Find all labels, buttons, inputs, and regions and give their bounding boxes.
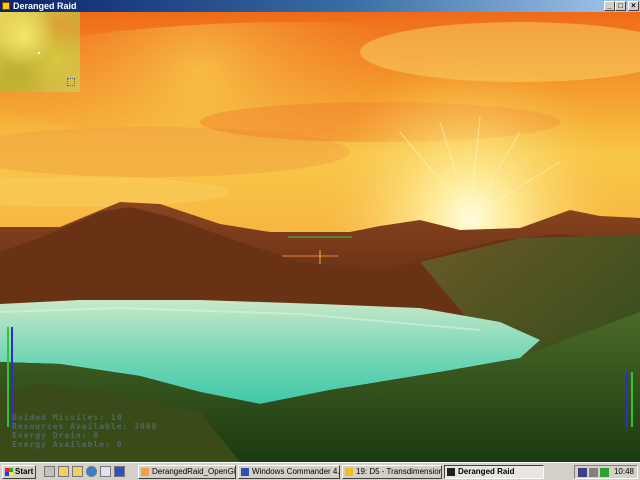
window-title: Deranged Raid — [13, 1, 77, 11]
left-energy-gauge — [7, 327, 9, 427]
task-label: 19: D5 - Transdimensional ... — [356, 467, 441, 476]
task-windows-commander[interactable]: Windows Commander 4.01... — [238, 465, 340, 479]
quicklaunch-folder-icon[interactable] — [58, 466, 69, 477]
minimize-button[interactable]: _ — [604, 1, 615, 11]
window-titlebar[interactable]: Deranged Raid _ □ × — [0, 0, 640, 12]
game-viewport[interactable]: Guided Missiles: 10 Resources Available:… — [0, 12, 640, 462]
quicklaunch-explorer-icon[interactable] — [72, 466, 83, 477]
hud-resources: Resources Available: 3000 — [12, 422, 158, 431]
task-label: Windows Commander 4.01... — [252, 467, 340, 476]
app-icon[interactable] — [2, 2, 10, 10]
task-label: DerangedRaid_OpenGL -... — [152, 467, 236, 476]
left-shield-gauge — [11, 327, 13, 427]
right-energy-gauge — [631, 372, 633, 427]
monitor-icon[interactable] — [578, 468, 587, 477]
volume-icon[interactable] — [589, 468, 598, 477]
winamp-icon — [345, 468, 353, 476]
game-scene — [0, 12, 640, 462]
quicklaunch-desktop-icon[interactable] — [44, 466, 55, 477]
hud-energy-available: Energy Available: 0 — [12, 440, 123, 449]
start-label: Start — [15, 467, 34, 476]
task-deranged-raid[interactable]: Deranged Raid — [444, 465, 544, 479]
quicklaunch-app-icon[interactable] — [114, 466, 125, 477]
network-icon[interactable] — [600, 468, 609, 477]
quicklaunch-ie-icon[interactable] — [86, 466, 97, 477]
minimap[interactable] — [0, 12, 80, 92]
hud-guided-missiles: Guided Missiles: 10 — [12, 413, 123, 422]
app-icon — [141, 468, 149, 476]
task-derangedraid-opengl[interactable]: DerangedRaid_OpenGL -... — [138, 465, 236, 479]
close-button[interactable]: × — [628, 1, 639, 11]
quicklaunch-outlook-icon[interactable] — [100, 466, 111, 477]
clock[interactable]: 10:48 — [614, 466, 634, 478]
hud-energy-drain: Energy Drain: 0 — [12, 431, 100, 440]
target-marker — [67, 78, 75, 86]
windows-logo-icon — [5, 468, 13, 476]
game-icon — [447, 468, 455, 476]
task-winamp[interactable]: 19: D5 - Transdimensional ... — [342, 465, 442, 479]
right-shield-gauge — [626, 372, 628, 427]
taskbar: Start DerangedRaid_OpenGL -... Windows C… — [0, 462, 640, 480]
floppy-icon — [241, 468, 249, 476]
system-tray: 10:48 — [574, 465, 638, 479]
start-button[interactable]: Start — [2, 465, 36, 479]
player-marker — [38, 52, 40, 54]
maximize-button[interactable]: □ — [615, 1, 626, 11]
task-label: Deranged Raid — [458, 467, 515, 476]
